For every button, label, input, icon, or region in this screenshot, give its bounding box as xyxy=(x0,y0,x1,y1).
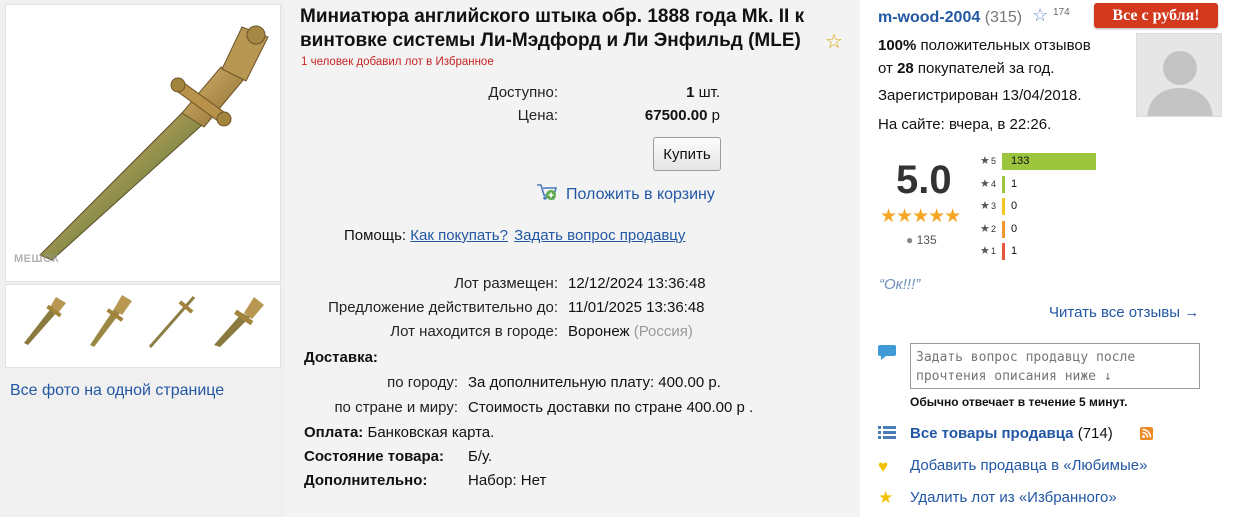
small-star-icon: ★ xyxy=(980,155,990,167)
all-from-ruble-badge[interactable]: Все с рубля! xyxy=(1094,3,1218,28)
price-value: 67500.00 р xyxy=(644,107,720,124)
thumbnail-1[interactable] xyxy=(16,293,72,349)
list-icon xyxy=(878,426,896,444)
delivery-world-label: по стране и миру: xyxy=(334,399,458,416)
star-icon: ★ xyxy=(878,488,894,507)
small-star-icon: ★ xyxy=(980,222,990,235)
available-value: 1 шт. xyxy=(686,84,720,101)
thumbnail-3[interactable] xyxy=(144,293,200,349)
all-photos-link[interactable]: Все фото на одной странице xyxy=(10,382,224,400)
chat-bubble-icon xyxy=(878,344,896,364)
thumbnail-4[interactable] xyxy=(208,293,264,349)
bar-marker xyxy=(1002,198,1005,215)
main-photo[interactable]: МЕШОК xyxy=(5,4,281,282)
all-seller-items-row: Все товары продавца (714) xyxy=(910,425,1113,442)
bar-count: 133 xyxy=(1011,155,1030,167)
lot-title: Миниатюра английского штыка обр. 1888 го… xyxy=(300,6,805,51)
rss-icon[interactable] xyxy=(1140,427,1153,444)
ask-seller-link[interactable]: Задать вопрос продавцу xyxy=(514,227,685,244)
add-favorite-seller-link[interactable]: Добавить продавца в «Любимые» xyxy=(910,457,1147,474)
seller-star-icon: ☆ xyxy=(1032,5,1049,25)
all-seller-items-count: (714) xyxy=(1077,425,1113,442)
registered-date: Зарегистрирован 13/04/2018. xyxy=(878,87,1082,104)
add-to-cart-link[interactable]: Положить в корзину xyxy=(566,186,715,204)
how-to-buy-link[interactable]: Как покупать? xyxy=(410,227,508,244)
available-label: Доступно: xyxy=(488,84,558,101)
seller-header: m-wood-2004 (315) xyxy=(878,9,1022,27)
photo-column: МЕШОК Все фото на одной странице xyxy=(0,0,285,517)
star-level: 5 xyxy=(991,156,997,166)
condition-value: Б/у. xyxy=(468,448,493,465)
read-all-reviews-link[interactable]: Читать все отзывы → xyxy=(1049,304,1199,321)
heart-icon: ♥ xyxy=(878,457,889,476)
city-label: Лот находится в городе: xyxy=(390,323,558,340)
favorites-note: 1 человек добавил лот в Избранное xyxy=(301,56,494,68)
valid-until-value: 11/01/2025 13:36:48 xyxy=(568,299,705,316)
bar-count: 0 xyxy=(1011,222,1018,235)
remove-from-favorites-link[interactable]: Удалить лот из «Избранного» xyxy=(910,489,1117,506)
small-star-icon: ★ xyxy=(980,177,990,190)
reply-time-note: Обычно отвечает в течение 5 минут. xyxy=(910,395,1128,409)
buyers-line: от 28 покупателей за год. xyxy=(878,60,1055,77)
delivery-city-value: За дополнительную плату: 400.00 р. xyxy=(468,374,721,391)
small-star-icon: ★ xyxy=(980,245,990,257)
bar-marker xyxy=(1002,243,1005,260)
price-label: Цена: xyxy=(517,107,558,124)
favorite-star-icon[interactable]: ☆ xyxy=(825,29,843,54)
avatar-placeholder-icon xyxy=(1137,34,1221,116)
star-level: 1 xyxy=(991,246,997,256)
star-level: 2 xyxy=(991,223,997,234)
positive-reviews-line: 100% положительных отзывов xyxy=(878,37,1091,54)
watermark-logo: МЕШОК xyxy=(14,253,60,265)
all-seller-items-link[interactable]: Все товары продавца xyxy=(910,425,1074,442)
placed-label: Лот размещен: xyxy=(454,275,558,292)
bayonet-image xyxy=(39,25,269,261)
seller-rating-count: (315) xyxy=(984,9,1023,26)
cart-icon xyxy=(536,182,558,206)
seller-star-count: 174 xyxy=(1053,7,1070,18)
extra-value: Набор: Нет xyxy=(468,472,547,489)
valid-until-label: Предложение действительно до: xyxy=(328,299,558,316)
payment-row: Оплата: Банковская карта. xyxy=(304,424,495,441)
city-value: Воронеж (Россия) xyxy=(568,323,693,340)
seller-avatar[interactable] xyxy=(1136,33,1222,117)
star-level: 4 xyxy=(991,178,997,189)
help-label: Помощь: xyxy=(344,227,407,244)
star-level: 3 xyxy=(991,201,997,211)
thumbnail-strip xyxy=(5,284,281,368)
placed-value: 12/12/2024 13:36:48 xyxy=(568,275,706,292)
last-online: На сайте: вчера, в 22:26. xyxy=(878,116,1052,133)
bar-count: 0 xyxy=(1011,200,1018,212)
buy-button[interactable]: Купить xyxy=(653,137,721,171)
bar-count: 1 xyxy=(1011,177,1018,190)
ask-question-input[interactable] xyxy=(910,343,1200,389)
delivery-world-value: Стоимость доставки по стране 400.00 р . xyxy=(468,399,754,416)
bar-marker xyxy=(1002,175,1005,193)
seller-name-link[interactable]: m-wood-2004 xyxy=(878,9,980,26)
condition-label: Состояние товара: xyxy=(304,448,444,465)
rating-stars-icon: ★★★★★ xyxy=(880,206,961,227)
help-row: Помощь: Как покупать? Задать вопрос прод… xyxy=(344,227,685,244)
bar-marker xyxy=(1002,220,1005,238)
delivery-city-label: по городу: xyxy=(387,374,458,391)
extra-label: Дополнительно: xyxy=(304,472,428,489)
delivery-label: Доставка: xyxy=(304,349,378,366)
bar-count: 1 xyxy=(1011,245,1018,257)
small-star-icon: ★ xyxy=(980,200,990,212)
person-icon: ● xyxy=(906,233,914,247)
reviews-total: ● 135 xyxy=(906,233,937,247)
thumbnail-2[interactable] xyxy=(80,293,136,349)
rating-score: 5.0 xyxy=(896,158,952,202)
review-quote: “Ок!!!” xyxy=(879,276,921,293)
